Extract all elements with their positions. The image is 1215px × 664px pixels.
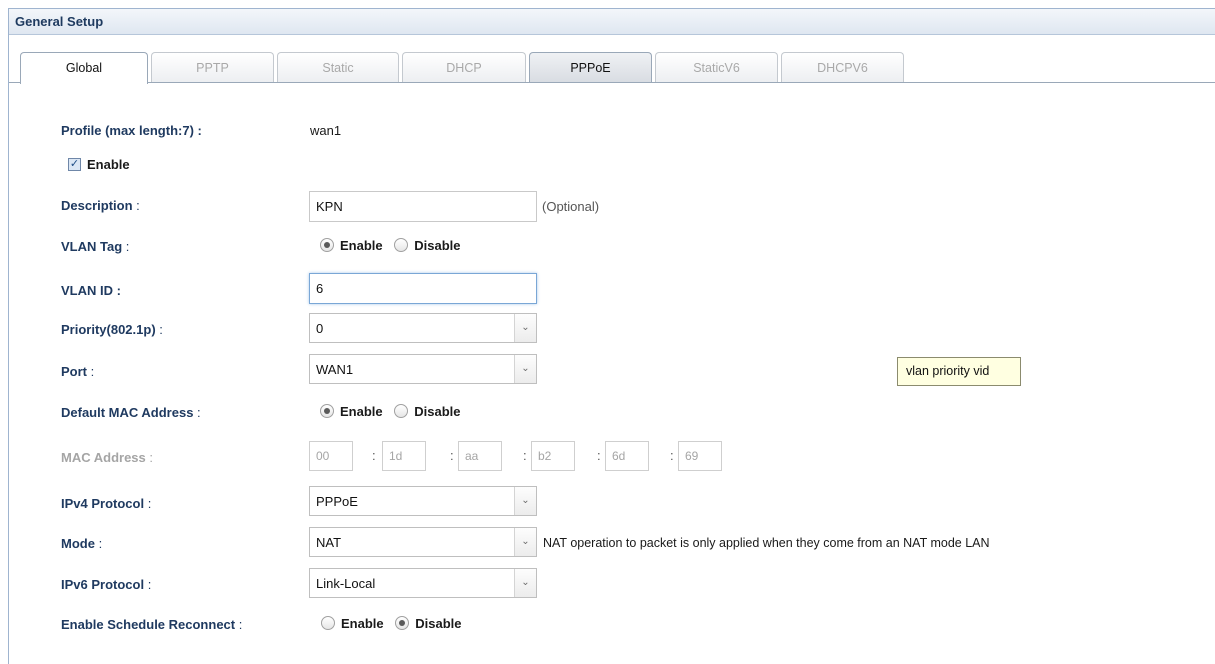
profile-label: Profile (max length:7) :: [61, 123, 202, 138]
mac-separator: :: [597, 448, 601, 463]
enable-label: Enable: [87, 157, 130, 172]
schedule-reconnect-disable-option[interactable]: Disable: [395, 616, 462, 631]
schedule-reconnect-radio-group: Enable Disable: [321, 616, 470, 636]
mac-separator: :: [450, 448, 454, 463]
mode-select[interactable]: NAT ⌄: [309, 527, 537, 557]
mac-octet-1[interactable]: 00: [309, 441, 353, 471]
tab-staticv6[interactable]: StaticV6: [655, 52, 778, 83]
mode-label: Mode :: [61, 536, 103, 551]
port-select[interactable]: WAN1 ⌄: [309, 354, 537, 384]
tab-dhcpv6[interactable]: DHCPV6: [781, 52, 904, 83]
description-optional-hint: (Optional): [542, 199, 600, 214]
mode-note: NAT operation to packet is only applied …: [543, 536, 990, 550]
vlan-id-input[interactable]: [309, 273, 537, 304]
port-label: Port :: [61, 364, 95, 379]
tab-global[interactable]: Global: [20, 52, 148, 84]
mac-octet-6[interactable]: 69: [678, 441, 722, 471]
general-setup-panel: General Setup Global PPTP Static DHCP PP…: [8, 8, 1215, 664]
ipv4-protocol-label: IPv4 Protocol :: [61, 496, 152, 511]
tab-dhcp[interactable]: DHCP: [402, 52, 526, 83]
profile-value: wan1: [310, 123, 342, 138]
mac-address-label: MAC Address :: [61, 450, 153, 465]
radio-unchecked-icon: [394, 404, 409, 418]
ipv4-protocol-select[interactable]: PPPoE ⌄: [309, 486, 537, 516]
ipv6-protocol-label: IPv6 Protocol :: [61, 577, 152, 592]
vlan-tag-radio-group: Enable Disable: [320, 238, 469, 258]
enable-checkbox[interactable]: ✓: [68, 158, 81, 171]
tab-pptp[interactable]: PPTP: [151, 52, 274, 83]
tab-pppoe[interactable]: PPPoE: [529, 52, 652, 83]
mac-separator: :: [670, 448, 674, 463]
chevron-down-icon: ⌄: [514, 355, 536, 383]
chevron-down-icon: ⌄: [514, 569, 536, 597]
description-label: Description :: [61, 198, 140, 213]
vlan-tag-enable-option[interactable]: Enable: [320, 238, 383, 253]
tab-static[interactable]: Static: [277, 52, 399, 83]
default-mac-label: Default MAC Address :: [61, 405, 201, 420]
vlan-id-label: VLAN ID :: [61, 283, 121, 298]
chevron-down-icon: ⌄: [514, 314, 536, 342]
tab-baseline: [9, 82, 1215, 83]
schedule-reconnect-label: Enable Schedule Reconnect :: [61, 617, 243, 632]
radio-unchecked-icon: [321, 616, 335, 630]
mac-octet-2[interactable]: 1d: [382, 441, 426, 471]
vlan-tooltip: vlan priority vid: [897, 357, 1021, 386]
check-icon: ✓: [69, 158, 80, 170]
ipv6-protocol-select[interactable]: Link-Local ⌄: [309, 568, 537, 598]
mac-octet-5[interactable]: 6d: [605, 441, 649, 471]
schedule-reconnect-enable-option[interactable]: Enable: [321, 616, 384, 631]
radio-checked-icon: [320, 238, 334, 252]
mac-octet-4[interactable]: b2: [531, 441, 575, 471]
priority-select[interactable]: 0 ⌄: [309, 313, 537, 343]
mac-separator: :: [372, 448, 376, 463]
radio-unchecked-icon: [394, 238, 409, 252]
mac-separator: :: [523, 448, 527, 463]
chevron-down-icon: ⌄: [514, 487, 536, 515]
tab-bar: Global PPTP Static DHCP PPPoE StaticV6 D…: [9, 36, 1215, 84]
vlan-tag-disable-option[interactable]: Disable: [394, 238, 461, 253]
radio-checked-icon: [320, 404, 334, 418]
priority-label: Priority(802.1p) :: [61, 322, 163, 337]
default-mac-disable-option[interactable]: Disable: [394, 404, 461, 419]
mac-octet-3[interactable]: aa: [458, 441, 502, 471]
default-mac-radio-group: Enable Disable: [320, 404, 469, 424]
default-mac-enable-option[interactable]: Enable: [320, 404, 383, 419]
panel-title: General Setup: [9, 9, 1215, 35]
description-input[interactable]: [309, 191, 537, 222]
chevron-down-icon: ⌄: [514, 528, 536, 556]
vlan-tag-label: VLAN Tag :: [61, 239, 130, 254]
radio-checked-icon: [395, 616, 410, 630]
